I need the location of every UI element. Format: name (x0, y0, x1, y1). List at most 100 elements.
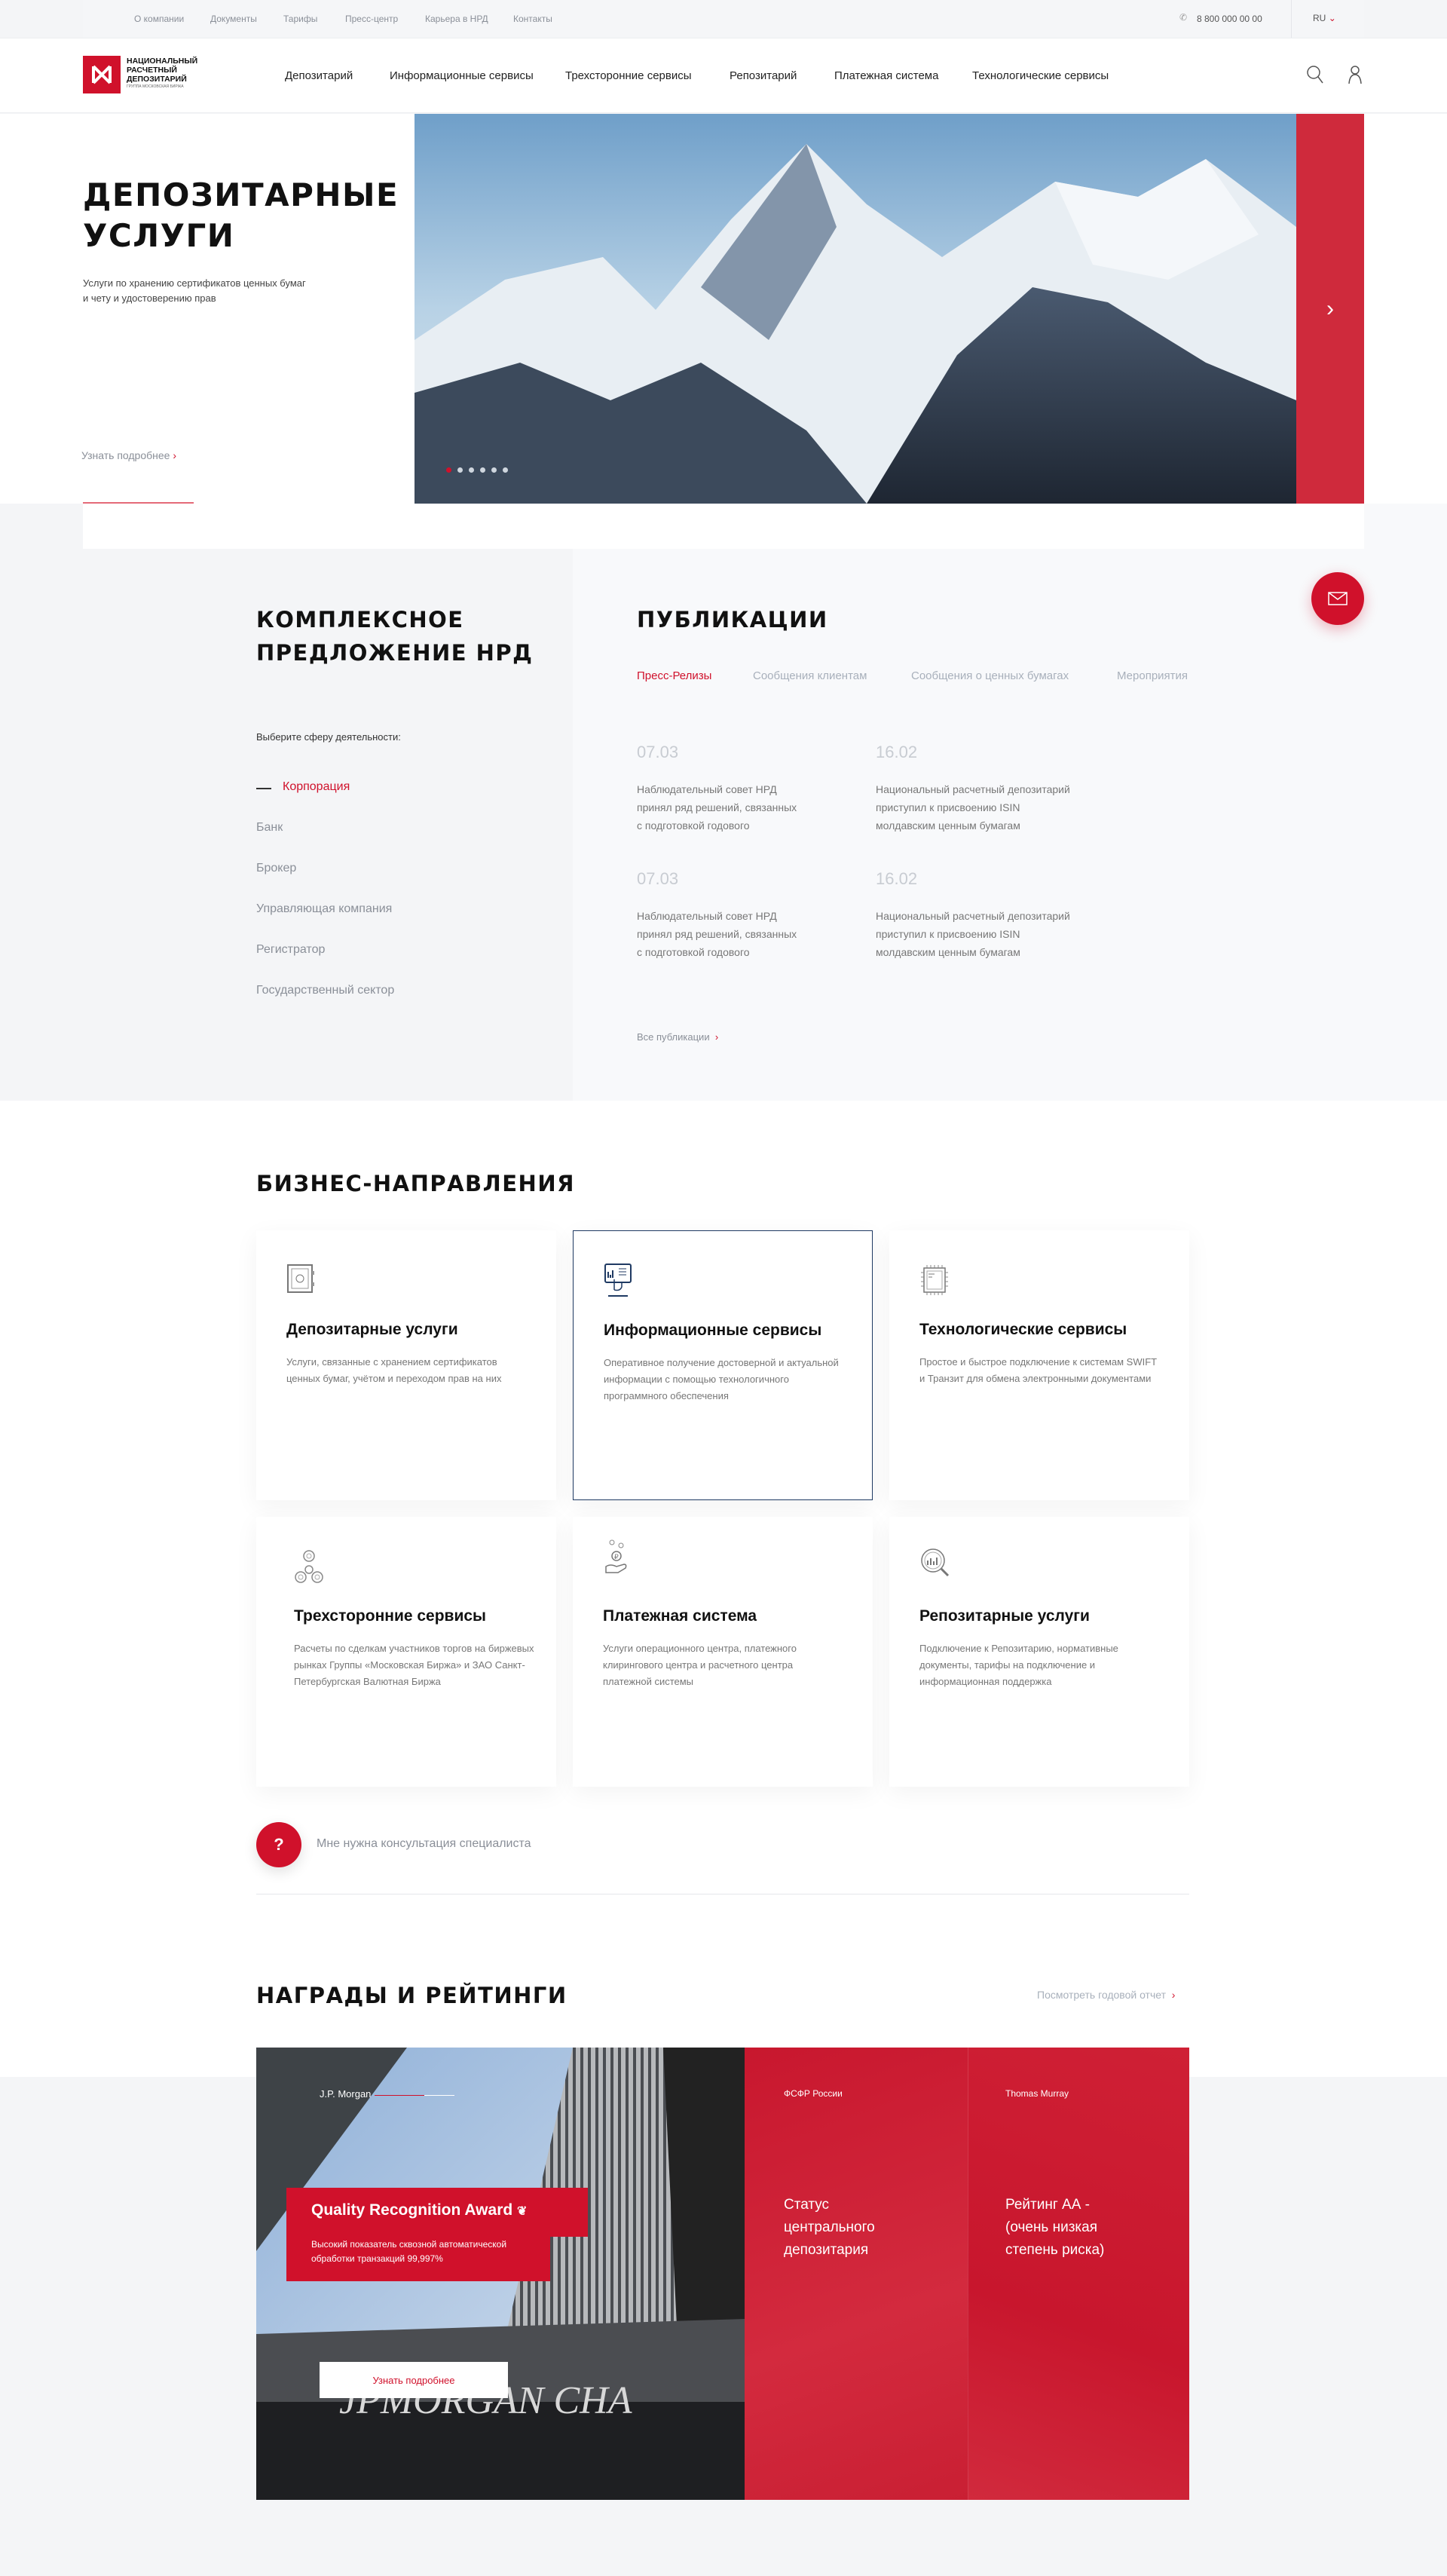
jp-progress (375, 2095, 424, 2096)
safe-icon (287, 1264, 314, 1293)
business-card-tech-services[interactable]: Технологические сервисы Простое и быстро… (889, 1230, 1189, 1500)
nav-info-services[interactable]: Информационные сервисы (390, 69, 534, 82)
publication-item[interactable]: 16.02 Национальный расчетный депозитарий п… (876, 869, 1102, 961)
annual-report-link[interactable]: Посмотреть годовой отчет › (1037, 1989, 1175, 2001)
search-icon[interactable] (1306, 65, 1324, 84)
consult-button[interactable]: ? (256, 1822, 301, 1867)
nav-tripartite[interactable]: Трехсторонние сервисы (565, 69, 692, 82)
business-title: БИЗНЕС-НАПРАВЛЕНИЯ (256, 1171, 575, 1196)
hero-mountain-image (415, 114, 1296, 504)
slide-dot[interactable] (503, 467, 508, 473)
business-card-repository[interactable]: Репозитарные услуги Подключение к Репози… (889, 1517, 1189, 1787)
card-desc: Услуги, связанные с хранением сертификат… (286, 1356, 502, 1384)
nav-depository[interactable]: Депозитарий (285, 69, 353, 82)
tm-text: Рейтинг АА - (очень низкая степень риска) (1005, 2197, 1105, 2258)
card-desc: Расчеты по сделкам участников торгов на … (294, 1643, 534, 1687)
toplink-press[interactable]: Пресс-центр (345, 14, 398, 24)
card-desc: Оперативное получение достоверной и акту… (604, 1357, 839, 1401)
offer-item-bank[interactable]: Банк (256, 821, 283, 835)
nav-repository[interactable]: Репозитарий (730, 69, 797, 82)
card-title: Депозитарные услуги (286, 1321, 458, 1338)
offer-item-government[interactable]: Государственный сектор (256, 984, 394, 997)
logo-mark-icon (92, 65, 112, 84)
award-more-button[interactable]: Узнать подробнее (320, 2362, 508, 2398)
tm-source: Thomas Murray (1005, 2088, 1069, 2099)
user-icon[interactable] (1348, 65, 1363, 84)
slide-dot[interactable] (469, 467, 474, 473)
offer-title: КОМПЛЕКСНОЕ ПРЕДЛОЖЕНИЕ НРД (256, 607, 534, 666)
slide-dot[interactable] (480, 467, 485, 473)
business-card-info-services[interactable]: Информационные сервисы Оперативное получ… (573, 1230, 873, 1500)
tab-events[interactable]: Мероприятия (1117, 669, 1188, 682)
nav-tech-services[interactable]: Технологические сервисы (972, 69, 1109, 82)
toplink-contacts[interactable]: Контакты (513, 14, 552, 24)
mail-icon (1328, 592, 1348, 605)
hero-more-link[interactable]: Узнать подробнее › (81, 449, 176, 461)
business-card-depository[interactable]: Депозитарные услуги Услуги, связанные с … (256, 1230, 556, 1500)
slider-next-button[interactable]: › (1296, 114, 1364, 504)
phone-number: 8 800 000 00 00 (1197, 14, 1262, 24)
jp-source: J.P. Morgan (320, 2088, 372, 2100)
slide-dot[interactable] (446, 467, 451, 473)
fsfr-award-card[interactable] (745, 2048, 968, 2500)
chevron-right-icon: › (1171, 1989, 1176, 2001)
hero-bottom-strip (83, 504, 1364, 549)
offer-prompt: Выберите сферу деятельности: (256, 731, 401, 743)
card-title: Трехсторонние сервисы (294, 1607, 486, 1625)
offer-item-corporation[interactable]: Корпорация (283, 780, 350, 794)
logo[interactable] (83, 56, 121, 93)
card-title: Технологические сервисы (919, 1321, 1127, 1338)
award-desc: Высокий показатель сквозной автоматическ… (311, 2239, 507, 2264)
phone-icon: ✆ (1179, 12, 1188, 23)
card-desc: Услуги операционного центра, платежного … (603, 1643, 797, 1687)
toplink-about[interactable]: О компании (134, 14, 184, 24)
offer-item-registrar[interactable]: Регистратор (256, 943, 325, 957)
hero-title: ДЕПОЗИТАРНЫЕ УСЛУГИ (83, 176, 399, 254)
consult-link[interactable]: Мне нужна консультация специалиста (317, 1837, 531, 1851)
offer-item-broker[interactable]: Брокер (256, 862, 296, 875)
slide-dot[interactable] (457, 467, 463, 473)
coin-hand-icon: ₽ (605, 1539, 627, 1573)
fsfr-text: Статус центрального депозитария (784, 2197, 875, 2258)
active-dash (256, 788, 271, 789)
tab-press-releases[interactable]: Пресс-Релизы (637, 669, 711, 682)
language-select[interactable]: RU ⌄ (1313, 13, 1336, 23)
contact-mail-button[interactable] (1311, 572, 1364, 625)
nav-payment-system[interactable]: Платежная система (834, 69, 938, 82)
offer-panel (0, 504, 573, 1101)
tab-securities-messages[interactable]: Сообщения о ценных бумагах (911, 669, 1069, 682)
fsfr-source: ФСФР России (784, 2088, 843, 2099)
slider-dots (446, 467, 508, 473)
toplink-career[interactable]: Карьера в НРД (425, 14, 488, 24)
spinner-icon (295, 1550, 323, 1583)
jp-progress-track (424, 2095, 454, 2096)
business-card-payment-system[interactable]: ₽ Платежная система Услуги операционного… (573, 1517, 873, 1787)
chevron-right-icon: › (714, 1031, 719, 1043)
card-title: Платежная система (603, 1607, 757, 1625)
offer-item-management[interactable]: Управляющая компания (256, 902, 392, 916)
all-publications-link[interactable]: Все публикации › (637, 1031, 718, 1043)
publication-item[interactable]: 16.02 Национальный расчетный депозитарий п… (876, 743, 1102, 835)
card-title: Информационные сервисы (604, 1322, 822, 1339)
chevron-down-icon: ⌄ (1328, 13, 1336, 23)
publication-item[interactable]: 07.03 Наблюдательный совет НРД принял ряд … (637, 869, 818, 961)
magnifier-chart-icon (921, 1548, 950, 1577)
laurel-icon: ❦ (517, 2205, 528, 2218)
card-title: Репозитарные услуги (919, 1607, 1090, 1625)
logo-text: НАЦИОНАЛЬНЫЙ РАСЧЕТНЫЙ ДЕПОЗИТАРИЙ ГРУППА … (127, 57, 198, 89)
award-title: Quality Recognition Award ❦ (311, 2201, 528, 2219)
top-bar (83, 0, 1364, 38)
slide-dot[interactable] (491, 467, 497, 473)
toplink-tariffs[interactable]: Тарифы (283, 14, 317, 24)
language-value: RU (1313, 13, 1326, 23)
thomas-murray-award-card[interactable] (968, 2048, 1189, 2500)
card-desc: Простое и быстрое подключение к системам… (919, 1356, 1157, 1384)
publication-item[interactable]: 07.03 Наблюдательный совет НРД принял ряд … (637, 743, 818, 835)
publications-title: ПУБЛИКАЦИИ (637, 607, 828, 633)
tab-client-messages[interactable]: Сообщения клиентам (753, 669, 867, 682)
toplink-documents[interactable]: Документы (210, 14, 257, 24)
card-desc: Подключение к Репозитарию, нормативные д… (919, 1643, 1118, 1687)
chip-icon (921, 1265, 948, 1295)
business-card-tripartite[interactable]: Трехсторонние сервисы Расчеты по сделкам… (256, 1517, 556, 1787)
question-icon: ? (274, 1835, 284, 1854)
